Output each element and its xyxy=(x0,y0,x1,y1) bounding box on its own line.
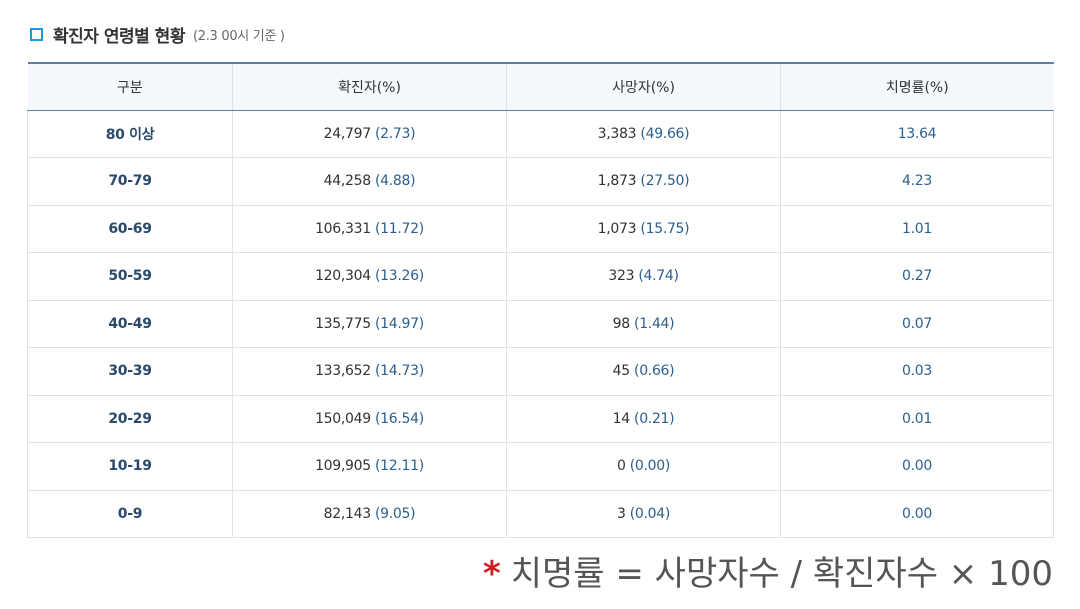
death-percent: (0.04) xyxy=(629,505,671,522)
death-percent: (27.50) xyxy=(640,173,690,190)
table-row: 0-9 82,143 (9.05) 3 (0.04) 0.00 xyxy=(27,490,1054,538)
col-header-confirmed: 확진자(%) xyxy=(232,62,507,111)
death-count: 1,073 xyxy=(597,220,637,237)
confirmed-count: 150,049 xyxy=(315,410,371,427)
death-count: 0 xyxy=(616,458,626,475)
deaths-cell: 323 (4.74) xyxy=(506,252,781,301)
table-row: 60-69 106,331 (11.72) 1,073 (15.75) 1.01 xyxy=(27,205,1054,253)
confirmed-count: 82,143 xyxy=(323,505,371,522)
fatality-cell: 0.03 xyxy=(780,347,1054,396)
confirmed-cell: 106,331 (11.72) xyxy=(232,205,507,253)
fatality-formula-note: * 치명률 = 사망자수 / 확진자수 × 100 xyxy=(483,546,1053,595)
table-row: 70-79 44,258 (4.88) 1,873 (27.50) 4.23 xyxy=(27,157,1054,206)
confirmed-percent: (4.88) xyxy=(375,173,416,190)
death-count: 3 xyxy=(616,505,626,522)
table-row: 50-59 120,304 (13.26) 323 (4.74) 0.27 xyxy=(27,252,1054,301)
death-percent: (0.21) xyxy=(634,410,675,427)
confirmed-cell: 109,905 (12.11) xyxy=(232,442,507,491)
death-percent: (0.00) xyxy=(629,458,671,475)
confirmed-count: 24,797 xyxy=(323,125,371,142)
confirmed-percent: (13.26) xyxy=(375,268,424,285)
age-group-cell: 30-39 xyxy=(27,347,233,396)
table-row: 80 이상 24,797 (2.73) 3,383 (49.66) 13.64 xyxy=(27,110,1054,158)
age-group-cell: 70-79 xyxy=(27,157,233,206)
confirmed-count: 133,652 xyxy=(315,363,371,380)
death-count: 323 xyxy=(608,268,635,285)
confirmed-percent: (14.97) xyxy=(375,315,424,332)
age-group-cell: 50-59 xyxy=(27,252,233,301)
section-header: 확진자 연령별 현황 (2.3 00시 기준 ) xyxy=(30,20,285,48)
age-stats-table: 구분 확진자(%) 사망자(%) 치명률(%) 80 이상 24,797 (2.7… xyxy=(27,62,1054,538)
table-header-row: 구분 확진자(%) 사망자(%) 치명률(%) xyxy=(27,62,1054,111)
age-group-cell: 80 이상 xyxy=(27,110,233,158)
fatality-cell: 13.64 xyxy=(780,110,1054,158)
deaths-cell: 1,073 (15.75) xyxy=(506,205,781,253)
col-header-fatality: 치명률(%) xyxy=(780,62,1054,111)
age-group-cell: 60-69 xyxy=(27,205,233,253)
table-row: 20-29 150,049 (16.54) 14 (0.21) 0.01 xyxy=(27,395,1054,443)
confirmed-cell: 82,143 (9.05) xyxy=(232,490,507,538)
confirmed-cell: 133,652 (14.73) xyxy=(232,347,507,396)
confirmed-cell: 24,797 (2.73) xyxy=(232,110,507,158)
deaths-cell: 0 (0.00) xyxy=(506,442,781,491)
confirmed-cell: 120,304 (13.26) xyxy=(232,252,507,301)
death-count: 98 xyxy=(612,315,631,332)
age-group-cell: 40-49 xyxy=(27,300,233,348)
fatality-cell: 0.07 xyxy=(780,300,1054,348)
death-percent: (0.66) xyxy=(634,363,675,380)
formula-text: 치명률 = 사망자수 / 확진자수 × 100 xyxy=(510,554,1053,594)
confirmed-count: 44,258 xyxy=(323,173,371,190)
confirmed-percent: (16.54) xyxy=(375,410,424,427)
age-group-cell: 20-29 xyxy=(27,395,233,443)
section-title: 확진자 연령별 현황 xyxy=(53,26,185,47)
fatality-cell: 0.00 xyxy=(780,442,1054,491)
confirmed-count: 120,304 xyxy=(315,268,371,285)
fatality-cell: 4.23 xyxy=(780,157,1054,206)
confirmed-percent: (14.73) xyxy=(375,363,424,380)
col-header-age: 구분 xyxy=(27,62,233,111)
col-header-deaths: 사망자(%) xyxy=(506,62,781,111)
deaths-cell: 3,383 (49.66) xyxy=(506,110,781,158)
section-subtitle: (2.3 00시 기준 ) xyxy=(192,28,285,44)
confirmed-percent: (11.72) xyxy=(375,220,424,237)
deaths-cell: 98 (1.44) xyxy=(506,300,781,348)
confirmed-percent: (2.73) xyxy=(375,125,416,142)
table-row: 40-49 135,775 (14.97) 98 (1.44) 0.07 xyxy=(27,300,1054,348)
death-count: 1,873 xyxy=(597,173,637,190)
fatality-cell: 0.00 xyxy=(780,490,1054,538)
fatality-cell: 1.01 xyxy=(780,205,1054,253)
confirmed-percent: (12.11) xyxy=(375,458,424,475)
confirmed-cell: 44,258 (4.88) xyxy=(232,157,507,206)
fatality-cell: 0.27 xyxy=(780,252,1054,301)
deaths-cell: 1,873 (27.50) xyxy=(506,157,781,206)
age-group-cell: 0-9 xyxy=(27,490,233,538)
death-count: 14 xyxy=(612,410,631,427)
death-percent: (4.74) xyxy=(638,268,679,285)
confirmed-cell: 150,049 (16.54) xyxy=(232,395,507,443)
confirmed-count: 135,775 xyxy=(315,315,371,332)
fatality-cell: 0.01 xyxy=(780,395,1054,443)
deaths-cell: 45 (0.66) xyxy=(506,347,781,396)
asterisk-icon: * xyxy=(482,554,501,594)
death-count: 45 xyxy=(612,363,631,380)
age-group-cell: 10-19 xyxy=(27,442,233,491)
deaths-cell: 14 (0.21) xyxy=(506,395,781,443)
table-row: 10-19 109,905 (12.11) 0 (0.00) 0.00 xyxy=(27,442,1054,491)
deaths-cell: 3 (0.04) xyxy=(506,490,781,538)
death-percent: (1.44) xyxy=(634,315,675,332)
confirmed-count: 109,905 xyxy=(315,458,371,475)
confirmed-percent: (9.05) xyxy=(375,505,416,522)
death-percent: (49.66) xyxy=(640,125,690,142)
death-percent: (15.75) xyxy=(640,220,690,237)
confirmed-count: 106,331 xyxy=(315,220,371,237)
square-bullet-icon xyxy=(30,27,43,41)
death-count: 3,383 xyxy=(597,125,637,142)
confirmed-cell: 135,775 (14.97) xyxy=(232,300,507,348)
table-row: 30-39 133,652 (14.73) 45 (0.66) 0.03 xyxy=(27,347,1054,396)
